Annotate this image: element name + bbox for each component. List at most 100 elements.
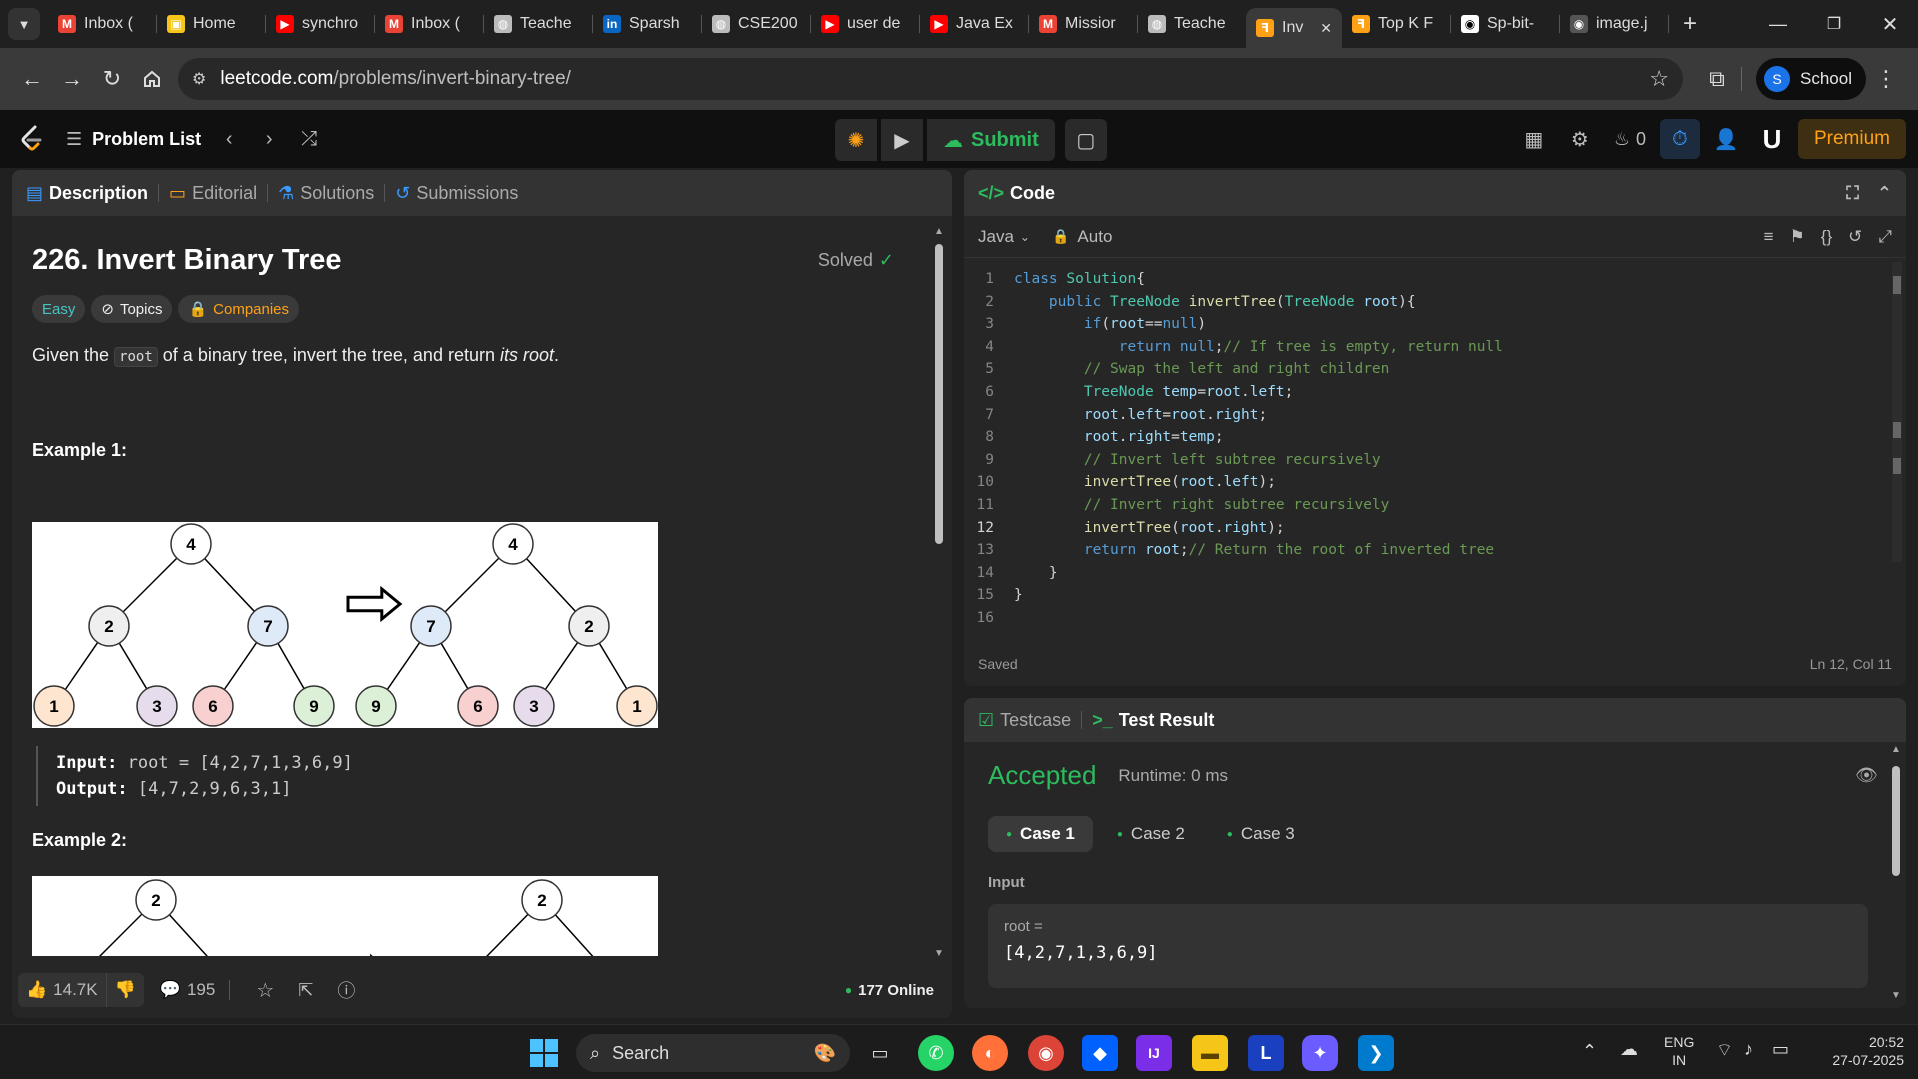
dropbox-icon[interactable]: ◆ bbox=[1082, 1035, 1118, 1071]
browser-tab[interactable]: ◍ CSE200 bbox=[702, 7, 810, 41]
profile-button[interactable]: S School bbox=[1756, 58, 1866, 100]
collapse-icon[interactable]: ⌃ bbox=[1877, 183, 1892, 204]
description-scrollbar[interactable]: ▲ ▼ bbox=[932, 226, 946, 962]
layout-button[interactable]: ▦ bbox=[1514, 119, 1554, 159]
intellij-icon[interactable]: IJ bbox=[1136, 1035, 1172, 1071]
case-tab-2[interactable]: ● Case 2 bbox=[1099, 816, 1203, 852]
tab-editorial[interactable]: ▭ Editorial bbox=[169, 183, 257, 204]
code-line[interactable]: 5 // Swap the left and right children bbox=[964, 358, 1889, 381]
eye-icon[interactable]: 👁 bbox=[1855, 765, 1878, 786]
code-line[interactable]: 6 TreeNode temp = root. left; bbox=[964, 381, 1889, 404]
tab-testcase[interactable]: ☑ Testcase bbox=[978, 710, 1071, 731]
code-line[interactable]: 1 class Solution{ bbox=[964, 268, 1889, 291]
browser-tab[interactable]: ▶ user de bbox=[811, 7, 919, 41]
code-line[interactable]: 14 } bbox=[964, 562, 1889, 585]
language-indicator[interactable]: ENG IN bbox=[1664, 1033, 1694, 1069]
minimize-button[interactable]: — bbox=[1750, 0, 1806, 48]
copilot-icon[interactable]: ✦ bbox=[1302, 1035, 1338, 1071]
app-l-icon[interactable]: L bbox=[1248, 1035, 1284, 1071]
browser-tab[interactable]: ◉ Sp-bit- bbox=[1451, 7, 1559, 41]
next-problem-button[interactable]: › bbox=[249, 119, 289, 159]
notes-button[interactable]: ▢ bbox=[1064, 119, 1107, 161]
timer-button[interactable]: ⏱ bbox=[1659, 119, 1700, 159]
fullscreen-icon[interactable]: ⛶ bbox=[1846, 183, 1859, 204]
home-button[interactable] bbox=[132, 59, 172, 99]
tab-submissions[interactable]: ↺ Submissions bbox=[395, 183, 518, 204]
chevron-up-icon[interactable]: ⌃ bbox=[1582, 1041, 1597, 1062]
browser-tab[interactable]: ◍ Teache bbox=[1138, 7, 1246, 41]
start-button[interactable] bbox=[526, 1035, 562, 1071]
browser-tab[interactable]: ◍ Teache bbox=[484, 7, 592, 41]
extensions-button[interactable]: ⧉ bbox=[1697, 59, 1737, 99]
add-friend-button[interactable]: 👤 bbox=[1706, 119, 1746, 159]
language-select[interactable]: Java ⌄ bbox=[978, 227, 1030, 247]
close-window-button[interactable]: ✕ bbox=[1862, 0, 1918, 48]
random-problem-button[interactable]: ⤮ bbox=[289, 119, 329, 159]
code-line[interactable]: 12 invertTree(root. right); bbox=[964, 517, 1889, 540]
browser-tab[interactable]: ꟻ Top K F bbox=[1342, 7, 1450, 41]
reload-button[interactable]: ↻ bbox=[92, 59, 132, 99]
volume-icon[interactable]: ♪ bbox=[1744, 1039, 1753, 1060]
tab-solutions[interactable]: ⚗ Solutions bbox=[278, 183, 374, 204]
forward-button[interactable]: → bbox=[52, 59, 92, 99]
whatsapp-icon[interactable]: ✆ bbox=[918, 1035, 954, 1071]
debug-button[interactable]: ✺ bbox=[835, 119, 877, 161]
code-line[interactable]: 2 public TreeNode invertTree(TreeNode ro… bbox=[964, 291, 1889, 314]
battery-icon[interactable]: ▭ bbox=[1772, 1039, 1789, 1060]
browser-tab[interactable]: ▣ Home bbox=[157, 7, 265, 41]
help-icon[interactable]: ⓘ bbox=[337, 977, 355, 1003]
code-line[interactable]: 15} bbox=[964, 584, 1889, 607]
browser-menu-button[interactable]: ⋮ bbox=[1866, 59, 1906, 99]
leetcode-logo[interactable] bbox=[12, 119, 52, 159]
submit-button[interactable]: ☁ Submit bbox=[927, 119, 1055, 161]
expand-icon[interactable]: ⤢ bbox=[1878, 227, 1892, 247]
code-editor[interactable]: 1 class Solution{2 public TreeNode invert… bbox=[964, 262, 1889, 632]
auto-mode-toggle[interactable]: 🔒 Auto bbox=[1052, 227, 1112, 247]
code-line[interactable]: 4 return null;// If tree is empty, retur… bbox=[964, 336, 1889, 359]
bookmark-icon[interactable]: ⚑ bbox=[1790, 227, 1805, 247]
difficulty-badge[interactable]: Easy bbox=[32, 295, 86, 323]
close-tab-icon[interactable]: ✕ bbox=[1320, 20, 1332, 37]
bookmark-star-icon[interactable]: ☆ bbox=[1649, 66, 1669, 92]
code-line[interactable]: 9 // Invert left subtree recursively bbox=[964, 449, 1889, 472]
browser-tab[interactable]: M Inbox ( bbox=[48, 7, 156, 41]
tab-test-result[interactable]: >_ Test Result bbox=[1092, 710, 1214, 731]
braces-icon[interactable]: {} bbox=[1821, 227, 1832, 247]
code-line[interactable]: 11 // Invert right subtree recursively bbox=[964, 494, 1889, 517]
user-avatar-button[interactable]: U bbox=[1752, 119, 1792, 159]
run-button[interactable]: ▶ bbox=[881, 119, 923, 161]
address-bar[interactable]: ⚙ leetcode.com/problems/invert-binary-tr… bbox=[178, 58, 1684, 100]
vscode-icon[interactable]: ❯ bbox=[1358, 1035, 1394, 1071]
back-button[interactable]: ← bbox=[12, 59, 52, 99]
browser-tab[interactable]: ▶ synchro bbox=[266, 7, 374, 41]
companies-tag[interactable]: 🔒 Companies bbox=[178, 295, 300, 323]
test-scrollbar[interactable]: ▲ ▼ bbox=[1890, 744, 1902, 1006]
browser-tab[interactable]: in Sparsh bbox=[593, 7, 701, 41]
case-tab-1[interactable]: ● Case 1 bbox=[988, 816, 1093, 852]
clock[interactable]: 20:52 27-07-2025 bbox=[1808, 1033, 1904, 1069]
site-info-icon[interactable]: ⚙ bbox=[192, 69, 206, 89]
chrome-icon[interactable]: ◉ bbox=[1028, 1035, 1064, 1071]
restore-button[interactable]: ❐ bbox=[1806, 0, 1862, 48]
like-button[interactable]: 👍 14.7K bbox=[18, 973, 106, 1007]
code-line[interactable]: 10 invertTree(root. left); bbox=[964, 471, 1889, 494]
taskbar-search[interactable]: ⌕ Search 🎨 bbox=[576, 1034, 850, 1072]
code-line[interactable]: 8 root. right = temp; bbox=[964, 426, 1889, 449]
format-icon[interactable]: ≡ bbox=[1764, 227, 1774, 247]
tab-search-button[interactable]: ▼ bbox=[8, 8, 40, 40]
editor-scrollbar[interactable] bbox=[1892, 262, 1902, 562]
comments-button[interactable]: 💬 195 bbox=[160, 980, 216, 1000]
topics-tag[interactable]: ⊘ Topics bbox=[91, 295, 173, 323]
wifi-icon[interactable]: ⌔ bbox=[1716, 1039, 1733, 1062]
case-tab-3[interactable]: ● Case 3 bbox=[1209, 816, 1313, 852]
browser-tab[interactable]: ꟻ Inv ✕ bbox=[1246, 8, 1342, 48]
browser-tab[interactable]: M Missior bbox=[1029, 7, 1137, 41]
weather-icon[interactable]: ☁ bbox=[1620, 1039, 1638, 1060]
code-line[interactable]: 16 bbox=[964, 607, 1889, 630]
new-tab-button[interactable]: + bbox=[1673, 7, 1707, 41]
reset-icon[interactable]: ↺ bbox=[1848, 227, 1862, 247]
settings-button[interactable]: ⚙ bbox=[1560, 119, 1600, 159]
prev-problem-button[interactable]: ‹ bbox=[209, 119, 249, 159]
share-icon[interactable]: ⇱ bbox=[298, 980, 313, 1001]
browser-tab[interactable]: M Inbox ( bbox=[375, 7, 483, 41]
